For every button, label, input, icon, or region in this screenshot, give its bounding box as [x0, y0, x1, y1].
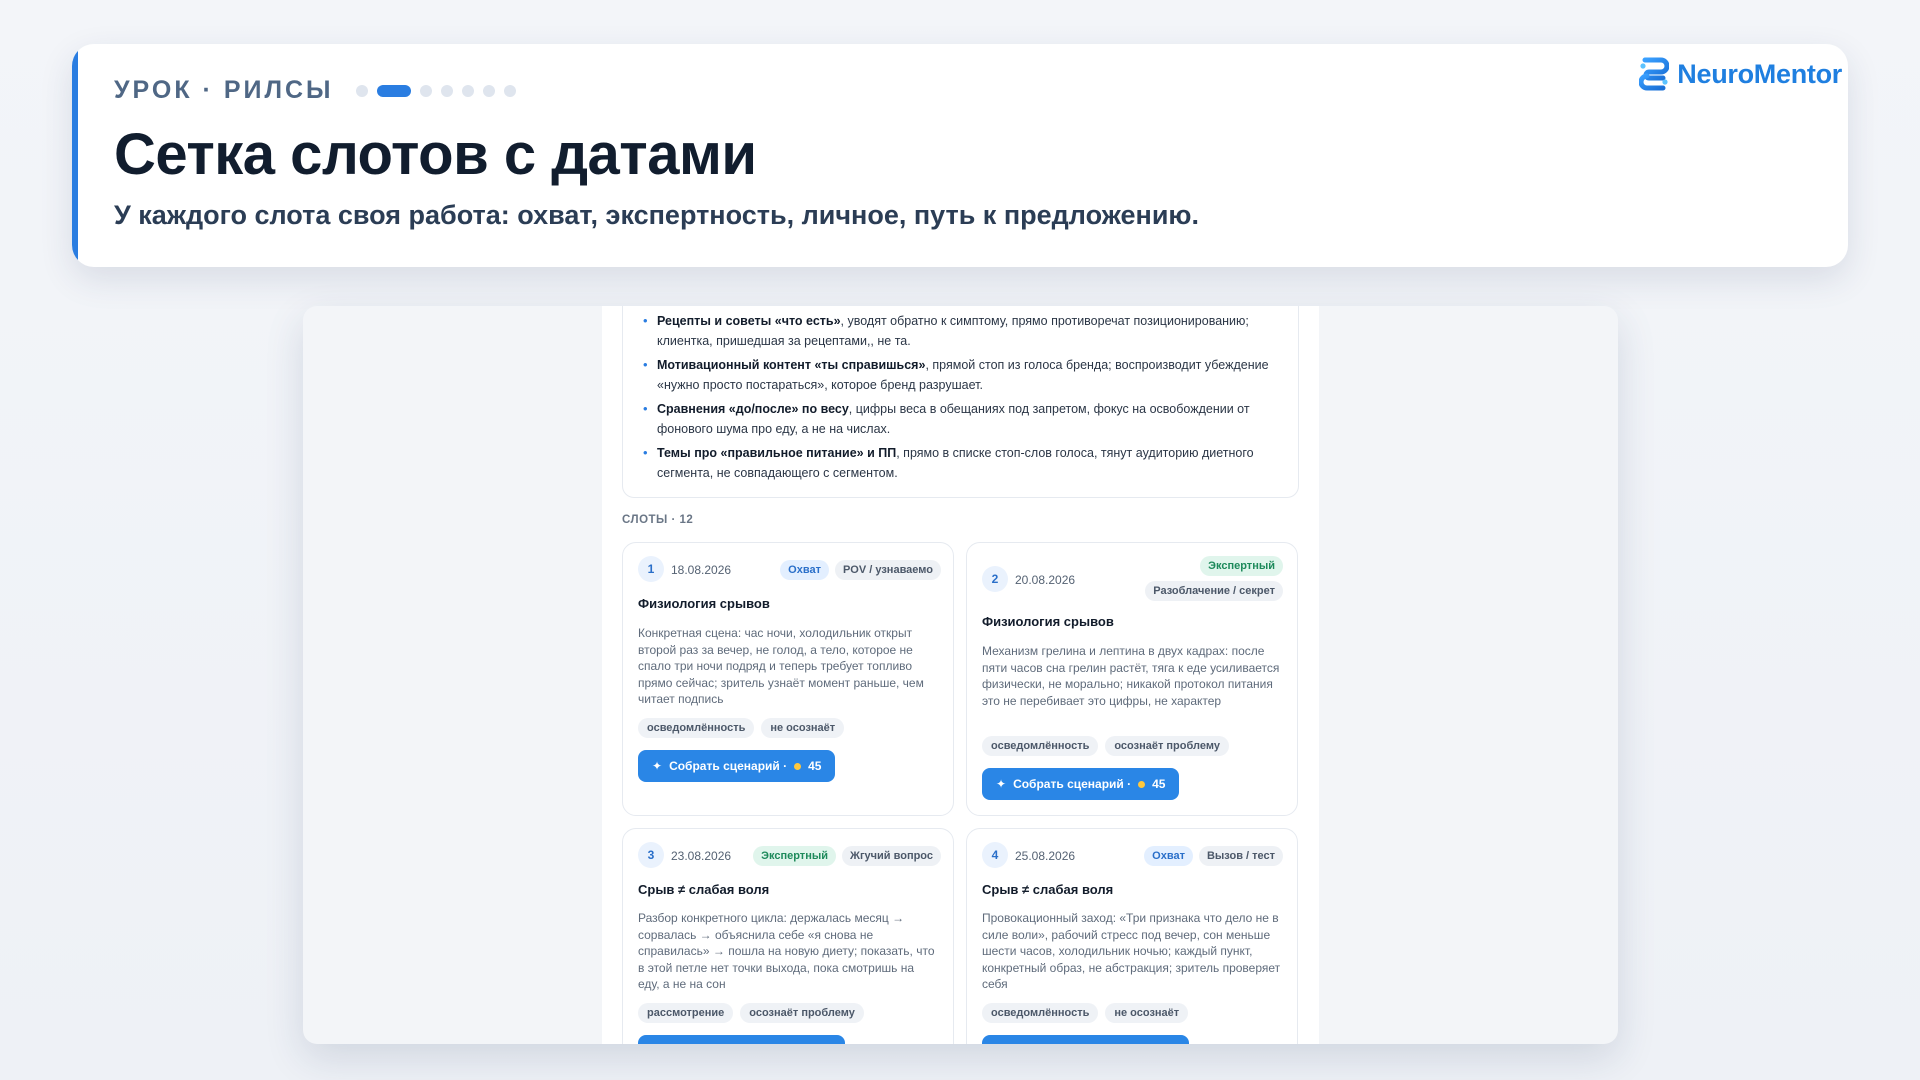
slot-card: 3 23.08.2026 Экспертный Жгучий вопрос Ср… [622, 828, 954, 1044]
slot-chip-awareness: осознаёт проблему [1105, 736, 1229, 756]
slot-chip-stage: осведомлённость [638, 718, 755, 738]
bullet-icon: • [643, 313, 648, 328]
progress-dot [355, 84, 368, 97]
slot-card: 4 25.08.2026 Охват Вызов / тест Срыв ≠ с… [966, 828, 1298, 1044]
stop-item-title: Темы про «правильное питание» и ПП [657, 446, 897, 460]
sparkle-icon: ✦ [652, 759, 663, 773]
slot-card: 2 20.08.2026 Экспертный Разоблачение / с… [966, 542, 1298, 816]
slot-tag-type: Охват [780, 560, 829, 580]
progress-dot [482, 84, 495, 97]
header-accent-bar [72, 44, 78, 267]
slot-chip-awareness: не осознаёт [1105, 1003, 1189, 1023]
stop-list-card: • Рецепты и советы «что есть», уводят обр… [622, 306, 1299, 498]
slot-date: 18.08.2026 [671, 563, 732, 577]
progress-dot [503, 84, 516, 97]
brand-logo-icon [1639, 57, 1670, 91]
slot-title: Срыв ≠ слабая воля [638, 882, 770, 897]
slot-title: Срыв ≠ слабая воля [982, 882, 1114, 897]
slot-number: 4 [982, 842, 1008, 868]
slot-tag-format: Разоблачение / секрет [1145, 581, 1283, 601]
progress-dot-active [376, 84, 411, 97]
slot-chips: рассмотрение осознаёт проблему [638, 1003, 864, 1023]
slot-tag-format: Жгучий вопрос [842, 846, 941, 866]
slot-tag-format-row: Разоблачение / секрет [1145, 581, 1283, 601]
stop-list-item: • Рецепты и советы «что есть», уводят обр… [643, 311, 1285, 351]
app-page: • Рецепты и советы «что есть», уводят обр… [602, 306, 1319, 1044]
eyebrow-row: УРОК · РИЛСЫ [114, 76, 516, 105]
stop-list-item: • Сравнения «до/после» по весу, цифры вес… [643, 399, 1285, 439]
slot-tag-format: POV / узнаваемо [834, 560, 941, 580]
progress-dot [419, 84, 432, 97]
page-title: Сетка слотов с датами [114, 122, 757, 187]
slot-description: Механизм грелина и лептина в двух кадрах… [982, 644, 1280, 708]
slot-description: Разбор конкретного цикла: держалась меся… [638, 911, 935, 991]
slot-description: Провокационный заход: «Три признака что … [982, 911, 1281, 991]
slot-title: Физиология срывов [982, 614, 1114, 629]
bullet-icon: • [643, 401, 648, 416]
app-screenshot-frame: • Рецепты и советы «что есть», уводят обр… [303, 306, 1618, 1044]
build-script-label: Собрать сценарий · [669, 759, 788, 773]
slots-section-label: СЛОТЫ · 12 [622, 514, 694, 526]
slot-tags: Охват POV / узнаваемо [780, 560, 941, 580]
build-script-button[interactable] [638, 1035, 845, 1044]
build-script-button[interactable]: ✦ Собрать сценарий · 45 [982, 768, 1180, 800]
slot-number: 1 [638, 556, 664, 582]
slot-chip-awareness: не осознаёт [761, 718, 845, 738]
coin-icon [794, 762, 802, 770]
stop-list: • Рецепты и советы «что есть», уводят обр… [643, 311, 1285, 487]
slot-card: 1 18.08.2026 Охват POV / узнаваемо Физио… [622, 542, 954, 816]
lesson-header-card: УРОК · РИЛСЫ Сетка слотов с датами У каж… [72, 44, 1848, 267]
slot-title: Физиология срывов [638, 596, 770, 611]
slot-chip-stage: осведомлённость [982, 1003, 1099, 1023]
stop-list-item: • Темы про «правильное питание» и ПП, пря… [643, 443, 1285, 483]
page-subtitle: У каждого слота своя работа: охват, эксп… [114, 200, 1199, 230]
slot-tags: Охват Вызов / тест [1144, 846, 1283, 866]
sparkle-icon: ✦ [996, 777, 1007, 791]
build-script-label: Собрать сценарий · [1013, 777, 1132, 791]
slot-tag-type: Охват [1144, 846, 1193, 866]
slot-date: 25.08.2026 [1015, 849, 1076, 863]
slot-tag-type: Экспертный [753, 846, 836, 866]
slot-chips: осведомлённость не осознаёт [982, 1003, 1189, 1023]
build-script-cost: 45 [1152, 777, 1166, 791]
slot-tag-type-row: Экспертный [1200, 556, 1283, 576]
slot-tag-format: Вызов / тест [1198, 846, 1283, 866]
lesson-eyebrow: УРОК · РИЛСЫ [114, 76, 334, 104]
slot-chips: осведомлённость не осознаёт [638, 718, 845, 738]
progress-dot [461, 84, 474, 97]
brand-name: NeuroMentor [1677, 58, 1842, 89]
coin-icon [1138, 780, 1146, 788]
stop-item-title: Рецепты и советы «что есть» [657, 314, 841, 328]
lesson-progress-dots [355, 84, 516, 97]
slot-date: 20.08.2026 [1015, 573, 1076, 587]
slot-tag-type: Экспертный [1200, 556, 1283, 576]
slot-chip-stage: осведомлённость [982, 736, 1099, 756]
brand: NeuroMentor [1639, 56, 1842, 92]
slot-number: 2 [982, 566, 1008, 592]
slot-chip-awareness: осознаёт проблему [740, 1003, 864, 1023]
stop-list-item: • Мотивационный контент «ты справишься», … [643, 355, 1285, 395]
stop-item-title: Сравнения «до/после» по весу [657, 402, 849, 416]
slot-description: Конкретная сцена: час ночи, холодильник … [638, 626, 924, 706]
slot-chips: осведомлённость осознаёт проблему [982, 736, 1229, 756]
slot-number: 3 [638, 842, 664, 868]
build-script-button[interactable]: ✦ Собрать сценарий · 45 [638, 750, 836, 782]
slot-chip-stage: рассмотрение [638, 1003, 734, 1023]
slot-date: 23.08.2026 [671, 849, 732, 863]
bullet-icon: • [643, 445, 648, 460]
slot-tags: Экспертный Жгучий вопрос [753, 846, 941, 866]
build-script-cost: 45 [808, 759, 822, 773]
stop-item-title: Мотивационный контент «ты справишься» [657, 358, 926, 372]
bullet-icon: • [643, 357, 648, 372]
progress-dot [440, 84, 453, 97]
build-script-button[interactable] [982, 1035, 1189, 1044]
